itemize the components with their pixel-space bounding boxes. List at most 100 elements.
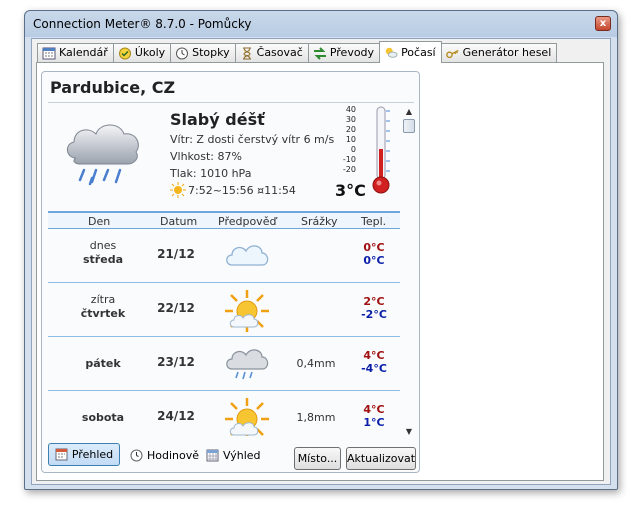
tab-tasks-label: Úkoly — [134, 46, 166, 59]
wind-text: Vítr: Z dosti čerstvý vítr 6 m/s — [170, 133, 335, 146]
temperature-scale: 40 30 20 10 0 -10 -20 — [328, 106, 356, 175]
humidity-text: Vlhkost: 87% — [170, 150, 242, 163]
vertical-scrollbar[interactable]: ▲ ▼ — [402, 106, 416, 437]
client-area: Kalendář Úkoly Stopky Časovač Převody Po… — [31, 38, 611, 485]
rain-cloud-icon — [67, 124, 139, 186]
tab-stopwatch-label: Stopky — [192, 46, 230, 59]
title-bar[interactable]: Connection Meter® 8.7.0 - Pomůcky x — [25, 11, 617, 37]
scale-label: -20 — [342, 165, 356, 174]
outlook-option[interactable]: Výhled — [206, 449, 261, 462]
tab-calendar-label: Kalendář — [59, 46, 108, 59]
scroll-down-arrow-icon[interactable]: ▼ — [403, 426, 415, 437]
refresh-button[interactable]: Aktualizovat — [346, 447, 416, 470]
hourly-option[interactable]: Hodinově — [130, 449, 199, 462]
weather-icon — [385, 47, 398, 58]
scale-label: 30 — [345, 115, 356, 124]
key-icon — [445, 49, 459, 58]
day-name: čtvrtek — [80, 307, 126, 320]
temp-high: 0°C — [363, 241, 385, 254]
sunny-icon — [225, 398, 269, 436]
close-button[interactable]: x — [595, 16, 611, 31]
bottom-bar: Přehled Hodinově Výhled Místo... Aktuali… — [42, 440, 421, 472]
sunny-icon — [225, 290, 269, 332]
tab-converter-label: Převody — [329, 46, 375, 59]
header-temp: Tepl. — [361, 215, 387, 228]
forecast-header: Den Datum Předpověď Srážky Tepl. — [48, 211, 400, 229]
tab-converter[interactable]: Převody — [307, 43, 381, 62]
stopwatch-icon — [176, 47, 189, 59]
day-name: pátek — [85, 357, 121, 370]
tab-weather[interactable]: Počasí — [379, 41, 442, 63]
forecast-row: dnes středa 21/12 0°C 0°C — [48, 230, 400, 283]
forecast-row: pátek 23/12 0,4mm 4°C -4°C — [48, 338, 400, 391]
calendar-grid-icon — [206, 449, 219, 462]
tab-weather-label: Počasí — [401, 45, 436, 59]
temp-high: 2°C — [363, 295, 385, 308]
scale-label: 10 — [345, 135, 356, 144]
cloudy-icon — [226, 245, 269, 266]
convert-icon — [313, 46, 326, 60]
sun-icon — [170, 182, 186, 198]
temp-low: 1°C — [363, 416, 385, 429]
tab-stopwatch[interactable]: Stopky — [170, 43, 236, 62]
forecast-row: sobota 24/12 1,8mm 4°C 1°C — [48, 392, 400, 436]
forecast-date: 21/12 — [157, 247, 195, 261]
hourly-label: Hodinově — [147, 449, 200, 462]
tab-tasks[interactable]: Úkoly — [112, 43, 172, 62]
scroll-thumb[interactable] — [403, 119, 415, 133]
forecast-row: zítra čtvrtek 22/12 2°C -2°C — [48, 284, 400, 337]
condition-title: Slabý déšť — [170, 110, 265, 129]
tab-calendar[interactable]: Kalendář — [37, 43, 114, 62]
day-name: sobota — [81, 411, 125, 424]
scroll-up-arrow-icon[interactable]: ▲ — [403, 106, 415, 117]
app-window: Connection Meter® 8.7.0 - Pomůcky x Kale… — [24, 10, 618, 490]
header-day: Den — [88, 215, 111, 228]
forecast-date: 24/12 — [157, 409, 195, 423]
city-name: Pardubice, CZ — [50, 78, 176, 97]
scale-label: 20 — [345, 125, 356, 134]
divider — [48, 102, 414, 103]
tab-timer[interactable]: Časovač — [234, 43, 309, 62]
hourglass-icon — [242, 47, 251, 59]
thermometer-icon — [372, 106, 390, 194]
tasks-icon — [118, 47, 131, 59]
precipitation: 1,8mm — [296, 411, 336, 424]
temp-high: 4°C — [363, 349, 385, 362]
sun-times: 7:52~15:56 ¤11:54 — [170, 182, 296, 198]
header-forecast: Předpověď — [218, 215, 277, 228]
clock-icon — [130, 449, 143, 462]
tab-password-generator-label: Generátor hesel — [462, 46, 552, 59]
calendar-icon — [55, 448, 68, 461]
day-name: středa — [83, 253, 123, 266]
temp-low: -4°C — [361, 362, 387, 375]
weather-content: Slabý déšť Vítr: Z dosti čerstvý vítr 6 … — [48, 106, 400, 436]
place-button[interactable]: Místo... — [294, 447, 341, 470]
day-label: zítra — [90, 293, 116, 306]
overview-label: Přehled — [71, 448, 114, 461]
scale-label: -10 — [342, 155, 356, 164]
rain-cloud-icon — [226, 349, 269, 380]
overview-button[interactable]: Přehled — [48, 443, 120, 466]
calendar-icon — [42, 47, 56, 59]
temp-low: 0°C — [363, 254, 385, 267]
tab-strip: Kalendář Úkoly Stopky Časovač Převody Po… — [37, 41, 558, 63]
temp-high: 4°C — [363, 403, 385, 416]
precipitation: 0,4mm — [296, 357, 336, 370]
current-temperature: 3°C — [335, 181, 366, 200]
day-label: dnes — [89, 239, 117, 252]
header-precip: Srážky — [301, 215, 338, 228]
outlook-label: Výhled — [223, 449, 261, 462]
sun-times-text: 7:52~15:56 ¤11:54 — [188, 183, 296, 197]
tab-password-generator[interactable]: Generátor hesel — [440, 43, 558, 62]
forecast-date: 23/12 — [157, 355, 195, 369]
scale-label: 40 — [345, 106, 356, 114]
forecast-date: 22/12 — [157, 301, 195, 315]
header-date: Datum — [160, 215, 198, 228]
temp-low: -2°C — [361, 308, 387, 321]
tab-timer-label: Časovač — [256, 46, 303, 59]
tab-content: Pardubice, CZ Slabý déšť Vítr: Z dosti č… — [36, 62, 604, 481]
pressure-text: Tlak: 1010 hPa — [170, 167, 252, 180]
scale-label: 0 — [350, 145, 356, 154]
weather-panel: Pardubice, CZ Slabý déšť Vítr: Z dosti č… — [41, 71, 420, 473]
window-title: Connection Meter® 8.7.0 - Pomůcky — [33, 17, 252, 31]
